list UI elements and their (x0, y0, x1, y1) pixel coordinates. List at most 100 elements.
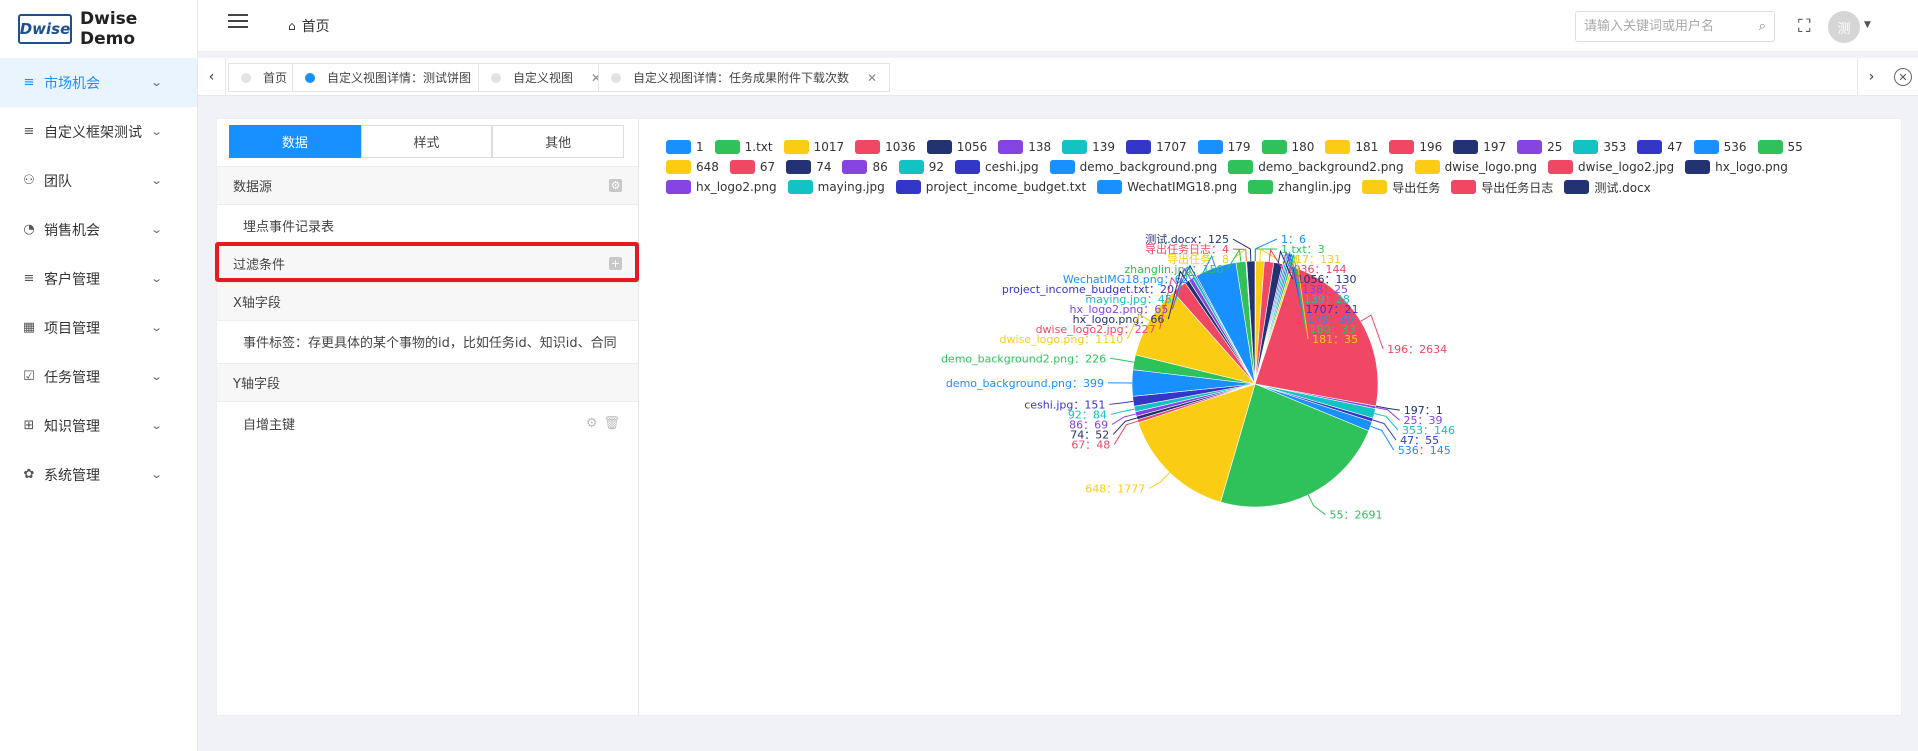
sidebar-item-label: 销售机会 (44, 222, 100, 239)
pie-label-line (1110, 408, 1135, 415)
search-input[interactable] (1584, 19, 1744, 34)
sidebar-item-label: 团队 (44, 173, 72, 190)
pie-data-label: 55：2691 (1329, 509, 1382, 522)
sidebar-item-label: 自定义框架测试 (44, 124, 142, 141)
pie-data-label: 536：145 (1398, 444, 1451, 457)
chevron-down-icon[interactable]: ⌄ (150, 76, 163, 89)
chevron-down-icon[interactable]: ⌄ (150, 468, 163, 481)
pie-data-label: 196：2634 (1387, 343, 1447, 356)
config-panel: 数据 样式 其他 数据源 ⚙ 埋点事件记录表 过滤条件 + X轴字段 事件标签：… (215, 119, 639, 715)
pie-label-line (1372, 419, 1397, 441)
close-tab-icon[interactable]: ✕ (867, 71, 877, 85)
logo-text: Dwise Demo (80, 9, 138, 49)
chevron-down-icon[interactable]: ⌄ (150, 419, 163, 432)
checkbox-icon: ☑ (23, 369, 35, 384)
sidebar: Dwise Dwise Demo ≡ 市场机会 ⌄ ≡ 自定义框架测试 ⌄ ⚇ 团队 ⌄ ◔ 销售机… (0, 0, 198, 751)
pie-label-line (1232, 238, 1252, 262)
avatar[interactable]: 测 (1828, 11, 1860, 43)
y-axis-field[interactable]: 自增主键 ⚙ 🗑 (217, 403, 638, 443)
pie-label-line (1149, 472, 1170, 489)
tab-scroll-left-icon[interactable]: ‹ (198, 58, 226, 96)
logo-mark: Dwise (18, 14, 72, 44)
chevron-down-icon[interactable]: ⌄ (150, 272, 163, 285)
x-axis-field[interactable]: 事件标签：存更具体的某个事物的id，比如任务id、知识id、合同 (217, 321, 638, 361)
pie-data-label: demo_background.png：399 (946, 377, 1104, 390)
pie-label-line (1259, 248, 1278, 262)
sidebar-item-label: 系统管理 (44, 467, 100, 484)
y-axis-section: Y轴字段 (217, 363, 638, 402)
delete-icon[interactable]: 🗑 (603, 416, 620, 431)
pie-data-label: 648：1777 (1085, 482, 1145, 495)
breadcrumb-label: 首页 (301, 19, 330, 35)
tab-status-dot (611, 72, 621, 83)
logo: Dwise Dwise Demo (0, 0, 197, 58)
sidebar-item-label: 知识管理 (44, 418, 100, 435)
chevron-down-icon[interactable]: ⌄ (150, 125, 163, 138)
book-icon: ⊞ (23, 418, 35, 433)
grid-icon: ▦ (22, 320, 36, 335)
pie-label-line (1113, 420, 1138, 445)
sidebar-item-7[interactable]: ⊞ 知识管理 ⌄ (0, 401, 197, 450)
chart-area: 1 1.txt 1017 1036 1056 138 139 1707 179 180 181 196… (640, 119, 1902, 715)
pie-label-line (1109, 400, 1134, 405)
pie-label-line (1254, 238, 1278, 262)
close-all-tabs-icon[interactable]: ✕ (1894, 68, 1912, 86)
datasource-section: 数据源 ⚙ (217, 166, 638, 205)
chevron-down-icon[interactable]: ⌄ (150, 321, 163, 334)
tab-3[interactable]: 自定义视图详情：任务成果附件下载次数 ✕ (598, 63, 891, 92)
tab-2[interactable]: 自定义视图 ✕ (478, 63, 615, 92)
sidebar-item-3[interactable]: ◔ 销售机会 ⌄ (0, 205, 197, 254)
sidebar-item-6[interactable]: ☑ 任务管理 ⌄ (0, 352, 197, 401)
tab-scroll-right-icon[interactable]: › (1857, 58, 1885, 96)
list-icon: ≡ (23, 271, 35, 286)
y-axis-title: Y轴字段 (233, 377, 280, 392)
x-axis-title: X轴字段 (233, 296, 281, 311)
datasource-settings-icon[interactable]: ⚙ (609, 179, 622, 192)
sidebar-item-8[interactable]: ✿ 系统管理 ⌄ (0, 450, 197, 499)
segment-other[interactable]: 其他 (492, 125, 625, 158)
pie-label-line (1370, 425, 1395, 451)
team-icon: ⚇ (23, 173, 35, 188)
pie-icon: ◔ (23, 222, 35, 237)
sidebar-item-5[interactable]: ▦ 项目管理 ⌄ (0, 303, 197, 352)
segment-style[interactable]: 样式 (360, 125, 493, 158)
sidebar-item-label: 市场机会 (44, 75, 100, 92)
chevron-down-icon[interactable]: ⌄ (150, 370, 163, 383)
pie-data-label: 181：35 (1312, 333, 1358, 346)
fullscreen-icon[interactable]: ⛶ (1798, 16, 1811, 37)
sidebar-item-4[interactable]: ≡ 客户管理 ⌄ (0, 254, 197, 303)
chevron-down-icon[interactable]: ⌄ (150, 174, 163, 187)
sidebar-item-0[interactable]: ≡ 市场机会 ⌄ (0, 58, 197, 107)
pie-data-label: dwise_logo.png：1110 (1000, 333, 1124, 346)
gear-icon: ✿ (23, 467, 35, 482)
y-axis-field-label: 自增主键 (243, 417, 296, 433)
sidebar-item-1[interactable]: ≡ 自定义框架测试 ⌄ (0, 107, 197, 156)
caret-down-icon[interactable]: ▼ (1864, 20, 1871, 30)
tab-label: 自定义视图详情：任务成果附件下载次数 (633, 71, 850, 85)
search-box[interactable]: ⌕ (1575, 11, 1775, 42)
tab-label: 自定义视图详情：测试饼图 (327, 71, 472, 85)
pie-chart: 1：61.txt：31017：1311036：1441056：130138：25… (941, 233, 1455, 522)
search-icon[interactable]: ⌕ (1759, 19, 1766, 34)
segment-data[interactable]: 数据 (229, 125, 361, 158)
pie-label-line (1110, 357, 1135, 363)
x-axis-section: X轴字段 (217, 282, 638, 321)
field-settings-icon[interactable]: ⚙ (586, 416, 598, 431)
tab-0[interactable]: 首页 (228, 63, 301, 92)
hamburger-menu-icon[interactable] (228, 14, 248, 30)
pie-data-label: 67：48 (1071, 438, 1110, 451)
tab-label: 自定义视图 (513, 71, 574, 85)
sidebar-item-2[interactable]: ⚇ 团队 ⌄ (0, 156, 197, 205)
tab-bar: ‹ 首页自定义视图详情：测试饼图✕自定义视图✕自定义视图详情：任务成果附件下载次… (198, 58, 1918, 96)
chevron-down-icon[interactable]: ⌄ (150, 223, 163, 236)
list-icon: ≡ (23, 124, 35, 139)
datasource-value[interactable]: 埋点事件记录表 (217, 205, 638, 245)
breadcrumb[interactable]: ⌂ 首页 (288, 16, 330, 36)
sidebar-item-label: 项目管理 (44, 320, 100, 337)
tab-status-dot (491, 72, 501, 83)
tab-status-dot (241, 72, 251, 83)
datasource-title: 数据源 (233, 180, 273, 195)
config-segment: 数据 样式 其他 (229, 125, 625, 158)
sidebar-item-label: 客户管理 (44, 271, 100, 288)
pie-data-label: demo_background2.png：226 (941, 352, 1106, 365)
